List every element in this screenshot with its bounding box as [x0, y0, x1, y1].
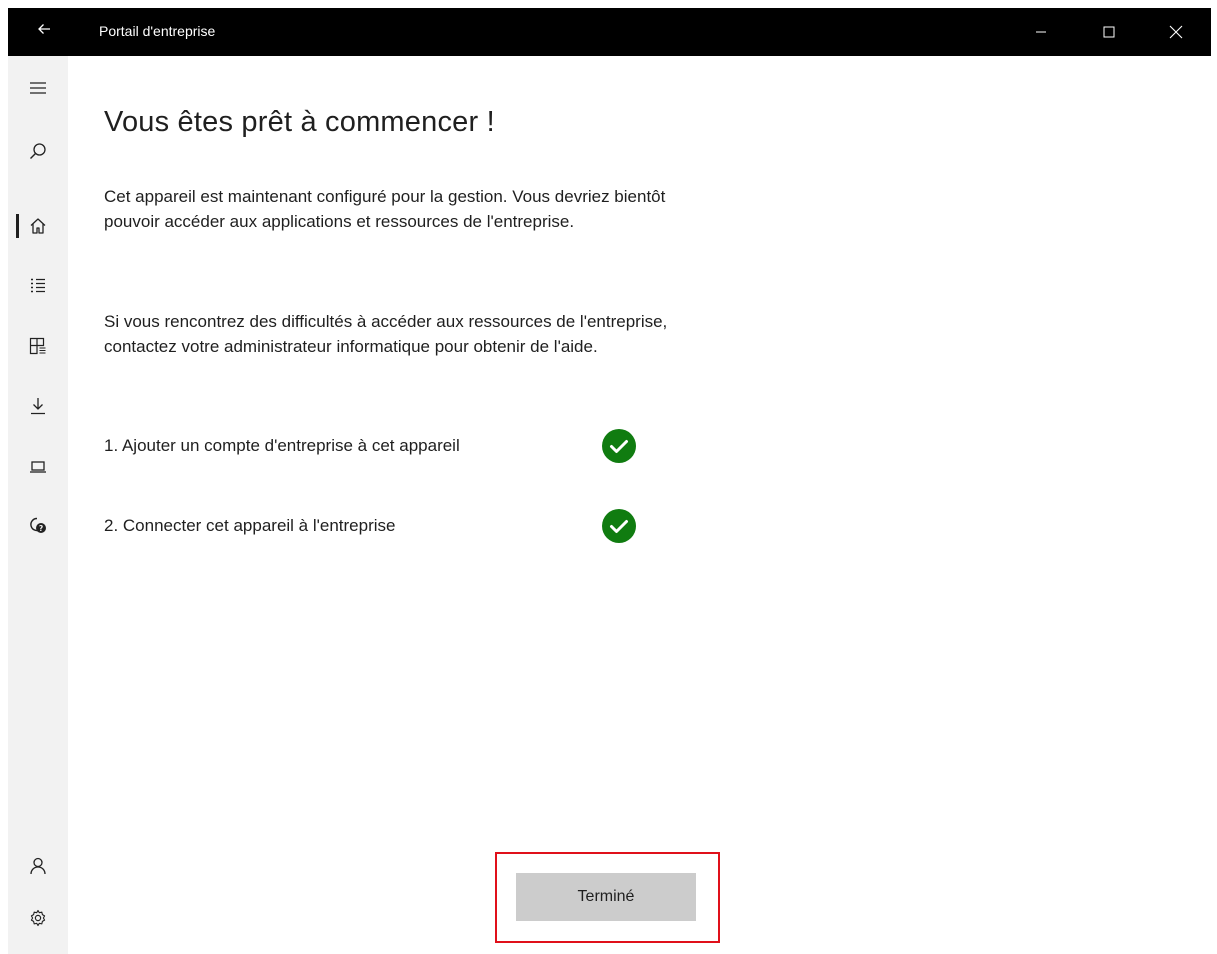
- back-arrow-icon[interactable]: [28, 20, 60, 44]
- help-message: Si vous rencontrez des difficultés à acc…: [104, 312, 668, 356]
- active-indicator: [16, 214, 19, 238]
- device-icon[interactable]: [8, 446, 68, 486]
- minimize-icon[interactable]: [1018, 8, 1064, 56]
- navigation-sidebar: ?: [8, 56, 68, 954]
- svg-text:?: ?: [39, 524, 43, 533]
- help-support-icon[interactable]: ?: [8, 506, 68, 546]
- main-content: Vous êtes prêt à commencer ! Cet apparei…: [104, 56, 1204, 954]
- list-icon[interactable]: [8, 266, 68, 306]
- step-label: 2. Connecter cet appareil à l'entreprise: [104, 516, 396, 535]
- categories-icon[interactable]: [8, 326, 68, 366]
- close-icon[interactable]: [1153, 8, 1199, 56]
- step-label: 1. Ajouter un compte d'entreprise à cet …: [104, 436, 460, 455]
- home-icon[interactable]: [8, 206, 68, 246]
- step-item: 1. Ajouter un compte d'entreprise à cet …: [104, 428, 636, 464]
- page-title: Vous êtes prêt à commencer !: [104, 106, 495, 138]
- title-bar: Portail d'entreprise: [8, 8, 1211, 56]
- done-button[interactable]: Terminé: [516, 873, 696, 921]
- hamburger-menu-icon[interactable]: [8, 68, 68, 108]
- settings-gear-icon[interactable]: [8, 898, 68, 938]
- maximize-icon[interactable]: [1086, 8, 1132, 56]
- account-icon[interactable]: [8, 846, 68, 886]
- download-icon[interactable]: [8, 386, 68, 426]
- check-circle-icon: [601, 428, 637, 464]
- check-circle-icon: [601, 508, 637, 544]
- step-item: 2. Connecter cet appareil à l'entreprise: [104, 508, 636, 544]
- window-title: Portail d'entreprise: [99, 23, 216, 39]
- company-portal-window: Portail d'entreprise ? Vous êtes prêt à …: [8, 8, 1211, 954]
- configured-message: Cet appareil est maintenant configuré po…: [104, 187, 666, 231]
- search-icon[interactable]: [8, 131, 68, 171]
